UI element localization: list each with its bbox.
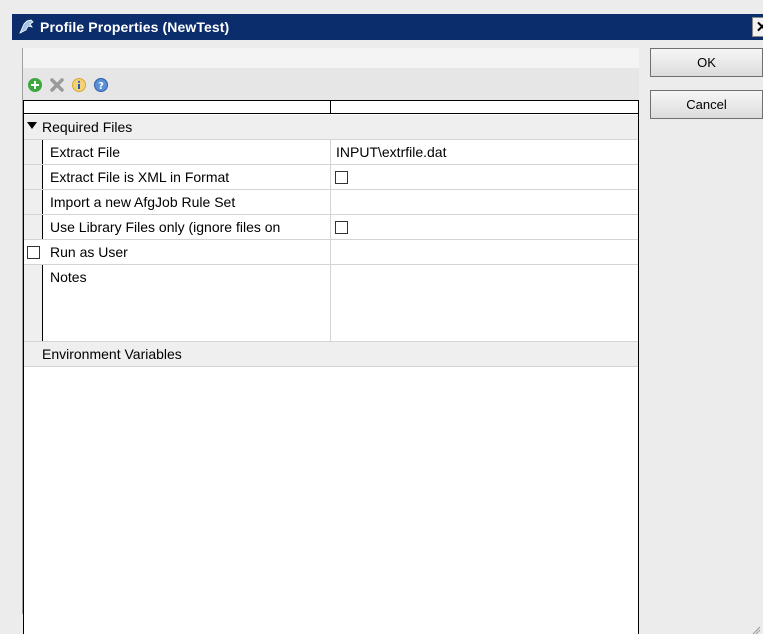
- xml-format-checkbox[interactable]: [335, 171, 348, 184]
- collapse-arrow-icon[interactable]: [27, 122, 37, 129]
- column-divider[interactable]: [330, 101, 331, 113]
- row-indent: [24, 265, 43, 341]
- run-as-user-checkbox[interactable]: [27, 246, 40, 259]
- property-name: Use Library Files only (ignore files on: [50, 219, 281, 235]
- property-grid: Required Files Extract File INPUT\extrfi…: [23, 100, 639, 634]
- property-name: Extract File: [50, 144, 121, 160]
- help-icon[interactable]: ?: [93, 77, 109, 93]
- svg-text:?: ?: [98, 81, 104, 92]
- property-row-import-ruleset[interactable]: Import a new AfgJob Rule Set: [24, 190, 638, 215]
- property-value[interactable]: INPUT\extrfile.dat: [336, 144, 446, 160]
- property-row-library-files[interactable]: Use Library Files only (ignore files on: [24, 215, 638, 240]
- app-icon: [18, 18, 35, 35]
- category-label: Required Files: [42, 119, 133, 135]
- row-divider: [330, 165, 331, 189]
- title-bar[interactable]: Profile Properties (NewTest) ✕: [12, 14, 763, 40]
- grid-column-header: [24, 101, 638, 114]
- cancel-button[interactable]: Cancel: [650, 90, 763, 119]
- delete-icon[interactable]: [49, 77, 65, 93]
- row-divider: [330, 215, 331, 239]
- properties-panel: ? Required Files Extract File INPUT\extr…: [22, 48, 639, 634]
- row-divider: [330, 140, 331, 164]
- profile-properties-dialog: Profile Properties (NewTest) ✕ ? Require…: [0, 0, 763, 634]
- row-divider: [330, 240, 331, 264]
- row-indent: [24, 190, 43, 214]
- property-name: Import a new AfgJob Rule Set: [50, 194, 236, 210]
- property-row-extract-file[interactable]: Extract File INPUT\extrfile.dat: [24, 140, 638, 165]
- window-title: Profile Properties (NewTest): [40, 19, 230, 35]
- run-as-user-label: Run as User: [50, 244, 128, 260]
- property-name: Notes: [50, 269, 87, 285]
- property-row-run-as-user[interactable]: Run as User: [24, 240, 638, 265]
- property-name: Extract File is XML in Format: [50, 169, 230, 185]
- category-required-files[interactable]: Required Files: [24, 115, 638, 140]
- add-icon[interactable]: [27, 77, 43, 93]
- row-divider: [330, 265, 331, 341]
- info-icon[interactable]: [71, 77, 87, 93]
- panel-header-strip: [23, 48, 639, 68]
- library-files-checkbox[interactable]: [335, 221, 348, 234]
- row-indent: [24, 140, 43, 164]
- property-row-notes[interactable]: Notes: [24, 265, 638, 342]
- property-row-extract-xml[interactable]: Extract File is XML in Format: [24, 165, 638, 190]
- row-divider: [330, 190, 331, 214]
- resize-grip-icon[interactable]: [751, 622, 761, 634]
- ok-button[interactable]: OK: [650, 48, 763, 77]
- category-label: Environment Variables: [42, 346, 182, 362]
- close-button[interactable]: ✕: [752, 17, 763, 37]
- row-indent: [24, 215, 43, 239]
- row-indent: [24, 165, 43, 189]
- category-environment-variables[interactable]: Environment Variables: [24, 342, 638, 367]
